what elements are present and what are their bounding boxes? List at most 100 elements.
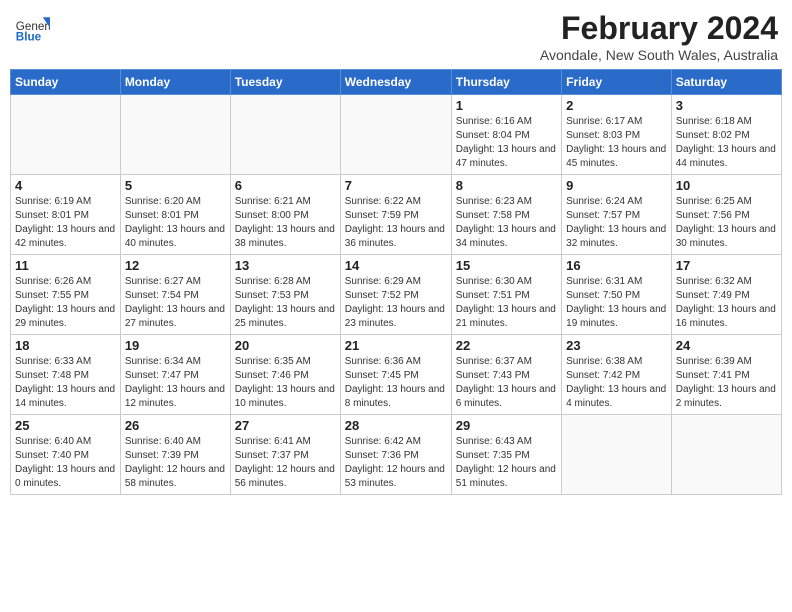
- day-number: 26: [125, 418, 226, 433]
- calendar-week-row: 11Sunrise: 6:26 AMSunset: 7:55 PMDayligh…: [11, 255, 782, 335]
- day-number: 7: [345, 178, 447, 193]
- title-block: February 2024 Avondale, New South Wales,…: [540, 10, 778, 63]
- day-info: Sunrise: 6:35 AMSunset: 7:46 PMDaylight:…: [235, 355, 336, 411]
- calendar-cell: 7Sunrise: 6:22 AMSunset: 7:59 PMDaylight…: [340, 175, 451, 255]
- calendar-cell: 25Sunrise: 6:40 AMSunset: 7:40 PMDayligh…: [11, 415, 121, 495]
- col-tuesday: Tuesday: [230, 70, 340, 95]
- day-number: 14: [345, 258, 447, 273]
- day-info: Sunrise: 6:40 AMSunset: 7:39 PMDaylight:…: [125, 435, 226, 491]
- day-number: 19: [125, 338, 226, 353]
- calendar-cell: 9 Sunrise: 6:24 AMSunset: 7:57 PMDaylight…: [562, 175, 672, 255]
- svg-text:Blue: Blue: [16, 31, 42, 44]
- day-info: Sunrise: 6:18 AMSunset: 8:02 PMDaylight:…: [676, 115, 777, 171]
- col-thursday: Thursday: [451, 70, 561, 95]
- calendar-cell: 1 Sunrise: 6:16 AMSunset: 8:04 PMDaylight…: [451, 95, 561, 175]
- calendar-week-row: 25Sunrise: 6:40 AMSunset: 7:40 PMDayligh…: [11, 415, 782, 495]
- day-info: Sunrise: 6:24 AMSunset: 7:57 PMDaylight:…: [566, 195, 667, 251]
- calendar-cell: [230, 95, 340, 175]
- calendar-cell: [671, 415, 781, 495]
- day-number: 3: [676, 98, 777, 113]
- calendar-cell: 6 Sunrise: 6:21 AMSunset: 8:00 PMDaylight…: [230, 175, 340, 255]
- calendar-cell: 29 Sunrise: 6:43 AMSunset: 7:35 PMDayligh…: [451, 415, 561, 495]
- day-info: Sunrise: 6:29 AMSunset: 7:52 PMDaylight:…: [345, 275, 447, 331]
- day-info: Sunrise: 6:25 AMSunset: 7:56 PMDaylight:…: [676, 195, 777, 251]
- calendar-cell: 11Sunrise: 6:26 AMSunset: 7:55 PMDayligh…: [11, 255, 121, 335]
- calendar-cell: 17 Sunrise: 6:32 AMSunset: 7:49 PMDayligh…: [671, 255, 781, 335]
- day-number: 17: [676, 258, 777, 273]
- calendar-cell: 5 Sunrise: 6:20 AMSunset: 8:01 PMDaylight…: [120, 175, 230, 255]
- day-number: 1: [456, 98, 557, 113]
- day-info: Sunrise: 6:21 AMSunset: 8:00 PMDaylight:…: [235, 195, 336, 251]
- day-info: Sunrise: 6:19 AMSunset: 8:01 PMDaylight:…: [15, 195, 116, 251]
- calendar-header-row: Sunday Monday Tuesday Wednesday Thursday…: [11, 70, 782, 95]
- day-info: Sunrise: 6:31 AMSunset: 7:50 PMDaylight:…: [566, 275, 667, 331]
- calendar-week-row: 4 Sunrise: 6:19 AMSunset: 8:01 PMDaylight…: [11, 175, 782, 255]
- day-number: 16: [566, 258, 667, 273]
- day-number: 2: [566, 98, 667, 113]
- day-number: 5: [125, 178, 226, 193]
- calendar-cell: 21 Sunrise: 6:36 AMSunset: 7:45 PMDayligh…: [340, 335, 451, 415]
- day-number: 12: [125, 258, 226, 273]
- calendar-week-row: 1 Sunrise: 6:16 AMSunset: 8:04 PMDaylight…: [11, 95, 782, 175]
- day-info: Sunrise: 6:26 AMSunset: 7:55 PMDaylight:…: [15, 275, 116, 331]
- day-info: Sunrise: 6:41 AMSunset: 7:37 PMDaylight:…: [235, 435, 336, 491]
- calendar-cell: 24 Sunrise: 6:39 AMSunset: 7:41 PMDayligh…: [671, 335, 781, 415]
- day-info: Sunrise: 6:28 AMSunset: 7:53 PMDaylight:…: [235, 275, 336, 331]
- day-number: 27: [235, 418, 336, 433]
- col-monday: Monday: [120, 70, 230, 95]
- calendar-cell: [562, 415, 672, 495]
- calendar-cell: 20 Sunrise: 6:35 AMSunset: 7:46 PMDayligh…: [230, 335, 340, 415]
- calendar-cell: [340, 95, 451, 175]
- calendar-cell: 15 Sunrise: 6:30 AMSunset: 7:51 PMDayligh…: [451, 255, 561, 335]
- day-info: Sunrise: 6:42 AMSunset: 7:36 PMDaylight:…: [345, 435, 447, 491]
- calendar-cell: 13Sunrise: 6:28 AMSunset: 7:53 PMDayligh…: [230, 255, 340, 335]
- day-number: 8: [456, 178, 557, 193]
- page-subtitle: Avondale, New South Wales, Australia: [540, 47, 778, 63]
- calendar-cell: 28 Sunrise: 6:42 AMSunset: 7:36 PMDayligh…: [340, 415, 451, 495]
- day-info: Sunrise: 6:17 AMSunset: 8:03 PMDaylight:…: [566, 115, 667, 171]
- calendar-cell: 18 Sunrise: 6:33 AMSunset: 7:48 PMDayligh…: [11, 335, 121, 415]
- day-number: 20: [235, 338, 336, 353]
- calendar-cell: [120, 95, 230, 175]
- day-number: 6: [235, 178, 336, 193]
- calendar-cell: 19Sunrise: 6:34 AMSunset: 7:47 PMDayligh…: [120, 335, 230, 415]
- day-number: 29: [456, 418, 557, 433]
- col-wednesday: Wednesday: [340, 70, 451, 95]
- day-number: 4: [15, 178, 116, 193]
- day-number: 15: [456, 258, 557, 273]
- calendar-cell: 8 Sunrise: 6:23 AMSunset: 7:58 PMDaylight…: [451, 175, 561, 255]
- day-number: 28: [345, 418, 447, 433]
- day-number: 18: [15, 338, 116, 353]
- day-number: 25: [15, 418, 116, 433]
- day-number: 10: [676, 178, 777, 193]
- day-info: Sunrise: 6:43 AMSunset: 7:35 PMDaylight:…: [456, 435, 557, 491]
- calendar-cell: 14 Sunrise: 6:29 AMSunset: 7:52 PMDayligh…: [340, 255, 451, 335]
- calendar-week-row: 18 Sunrise: 6:33 AMSunset: 7:48 PMDayligh…: [11, 335, 782, 415]
- calendar-cell: 16 Sunrise: 6:31 AMSunset: 7:50 PMDayligh…: [562, 255, 672, 335]
- day-info: Sunrise: 6:20 AMSunset: 8:01 PMDaylight:…: [125, 195, 226, 251]
- calendar-cell: 22Sunrise: 6:37 AMSunset: 7:43 PMDayligh…: [451, 335, 561, 415]
- day-info: Sunrise: 6:27 AMSunset: 7:54 PMDaylight:…: [125, 275, 226, 331]
- day-info: Sunrise: 6:32 AMSunset: 7:49 PMDaylight:…: [676, 275, 777, 331]
- day-number: 24: [676, 338, 777, 353]
- logo-icon: General Blue: [14, 10, 50, 46]
- day-info: Sunrise: 6:16 AMSunset: 8:04 PMDaylight:…: [456, 115, 557, 171]
- calendar-cell: 12 Sunrise: 6:27 AMSunset: 7:54 PMDayligh…: [120, 255, 230, 335]
- calendar-cell: [11, 95, 121, 175]
- col-friday: Friday: [562, 70, 672, 95]
- logo: General Blue: [14, 10, 54, 46]
- day-info: Sunrise: 6:38 AMSunset: 7:42 PMDaylight:…: [566, 355, 667, 411]
- day-info: Sunrise: 6:23 AMSunset: 7:58 PMDaylight:…: [456, 195, 557, 251]
- page-title: February 2024: [540, 10, 778, 47]
- col-saturday: Saturday: [671, 70, 781, 95]
- day-info: Sunrise: 6:30 AMSunset: 7:51 PMDaylight:…: [456, 275, 557, 331]
- calendar-cell: 26 Sunrise: 6:40 AMSunset: 7:39 PMDayligh…: [120, 415, 230, 495]
- calendar-cell: 4 Sunrise: 6:19 AMSunset: 8:01 PMDaylight…: [11, 175, 121, 255]
- day-info: Sunrise: 6:33 AMSunset: 7:48 PMDaylight:…: [15, 355, 116, 411]
- calendar-table: Sunday Monday Tuesday Wednesday Thursday…: [10, 69, 782, 495]
- day-info: Sunrise: 6:36 AMSunset: 7:45 PMDaylight:…: [345, 355, 447, 411]
- day-number: 9: [566, 178, 667, 193]
- day-info: Sunrise: 6:39 AMSunset: 7:41 PMDaylight:…: [676, 355, 777, 411]
- calendar-cell: 10 Sunrise: 6:25 AMSunset: 7:56 PMDayligh…: [671, 175, 781, 255]
- day-number: 21: [345, 338, 447, 353]
